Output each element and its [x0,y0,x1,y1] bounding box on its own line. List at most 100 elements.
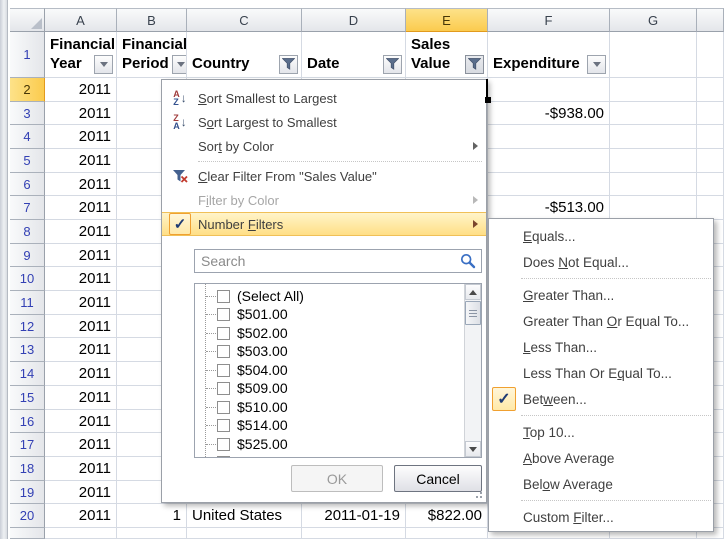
row-header-16[interactable]: 16 [10,410,45,433]
cell-A6[interactable]: 2011 [45,173,117,196]
checkbox[interactable] [217,327,230,340]
cell-G6[interactable] [610,173,697,196]
cell-H2[interactable] [697,78,724,102]
cell-D21[interactable] [302,528,406,539]
cell-E21[interactable] [406,528,488,539]
column-header-B[interactable]: B [117,8,187,32]
value-item-partial[interactable] [195,453,237,458]
header-cell-C[interactable]: Country [187,32,302,78]
row-header-20[interactable]: 20 [10,504,45,528]
cell-H3[interactable] [697,102,724,125]
value-item[interactable]: $510.00 [195,398,288,416]
scrollbar-thumb[interactable] [465,301,481,325]
cell-A8[interactable]: 2011 [45,220,117,244]
row-header-11[interactable]: 11 [10,291,45,315]
submenu-item-between[interactable]: ✓ Between... [489,386,713,412]
value-item[interactable]: $501.00 [195,305,288,323]
cell-G4[interactable] [610,125,697,149]
filter-applied-button[interactable] [465,55,484,74]
submenu-item-greater-than-or-equal[interactable]: Greater Than Or Equal To... [489,308,713,334]
cell-A12[interactable]: 2011 [45,315,117,338]
cell-C21[interactable] [187,528,302,539]
checkbox[interactable] [217,364,230,377]
menu-item-number-filters[interactable]: ✓ Number Filters [162,212,486,236]
cell-A16[interactable]: 2011 [45,410,117,433]
submenu-item-equals[interactable]: Equals... [489,223,713,249]
menu-item-clear-filter[interactable]: Clear Filter From "Sales Value" [162,164,486,188]
submenu-item-top-10[interactable]: Top 10... [489,419,713,445]
cell-F4[interactable] [488,125,610,149]
checkbox[interactable] [217,419,230,432]
row-header-19[interactable]: 19 [10,481,45,504]
column-header-G[interactable]: G [610,8,697,32]
column-header-C[interactable]: C [187,8,302,32]
submenu-item-below-average[interactable]: Below Average [489,471,713,497]
cell-A11[interactable]: 2011 [45,291,117,315]
cell-F2[interactable] [488,78,610,102]
filter-dropdown-button[interactable] [587,55,606,74]
submenu-item-above-average[interactable]: Above Average [489,445,713,471]
cell-G3[interactable] [610,102,697,125]
cell-F7[interactable]: -$513.00 [488,196,610,220]
row-header-1[interactable]: 1 [10,32,45,78]
row-header-partial[interactable] [10,528,45,539]
cell-A9[interactable]: 2011 [45,244,117,267]
cell-A21[interactable] [45,528,117,539]
submenu-item-less-than[interactable]: Less Than... [489,334,713,360]
header-cell-B[interactable]: FinancialPeriod [117,32,187,78]
menu-item-sort-largest-to-smallest[interactable]: ZA↓ Sort Largest to Smallest [162,110,486,134]
filter-dropdown-button[interactable] [94,55,113,74]
cell-A5[interactable]: 2011 [45,149,117,173]
row-header-12[interactable]: 12 [10,315,45,338]
submenu-item-less-than-or-equal[interactable]: Less Than Or Equal To... [489,360,713,386]
column-header-A[interactable]: A [45,8,117,32]
cell-H5[interactable] [697,149,724,173]
column-header-E[interactable]: E [406,8,488,32]
checkbox[interactable] [217,438,230,451]
cell-H4[interactable] [697,125,724,149]
row-header-13[interactable]: 13 [10,338,45,362]
cell-E20[interactable]: $822.00 [406,504,488,528]
header-cell-A[interactable]: FinancialYear [45,32,117,78]
cell-A17[interactable]: 2011 [45,433,117,457]
filter-dropdown-button[interactable] [172,55,187,74]
cell-F3[interactable]: -$938.00 [488,102,610,125]
row-header-4[interactable]: 4 [10,125,45,149]
cell-G5[interactable] [610,149,697,173]
row-header-15[interactable]: 15 [10,386,45,410]
row-header-8[interactable]: 8 [10,220,45,244]
search-icon[interactable] [460,253,476,269]
cell-A10[interactable]: 2011 [45,267,117,291]
cell-H6[interactable] [697,173,724,196]
row-header-6[interactable]: 6 [10,173,45,196]
filter-applied-button[interactable] [383,55,402,74]
checkbox[interactable] [217,401,230,414]
menu-item-sort-by-color[interactable]: Sort by Color [162,134,486,158]
cell-A15[interactable]: 2011 [45,386,117,410]
cell-C20[interactable]: United States [187,504,302,528]
submenu-item-does-not-equal[interactable]: Does Not Equal... [489,249,713,275]
value-item[interactable]: $514.00 [195,416,288,434]
row-header-7[interactable]: 7 [10,196,45,220]
cell-A2[interactable]: 2011 [45,78,117,102]
cell-empty[interactable] [610,32,697,78]
value-item[interactable]: $509.00 [195,379,288,397]
row-header-18[interactable]: 18 [10,457,45,481]
row-header-9[interactable]: 9 [10,244,45,267]
menu-item-sort-smallest-to-largest[interactable]: AZ↓ Sort Smallest to Largest [162,86,486,110]
cell-B21[interactable] [117,528,187,539]
cell-D20[interactable]: 2011-01-19 [302,504,406,528]
value-item[interactable]: $502.00 [195,324,288,342]
cancel-button[interactable]: Cancel [394,465,482,492]
column-header-D[interactable]: D [302,8,406,32]
scroll-up-button[interactable] [465,284,481,300]
cell-A13[interactable]: 2011 [45,338,117,362]
submenu-item-custom-filter[interactable]: Custom Filter... [489,504,713,530]
row-header-2[interactable]: 2 [10,78,45,102]
row-header-5[interactable]: 5 [10,149,45,173]
value-item[interactable]: $525.00 [195,435,288,453]
cell-F6[interactable] [488,173,610,196]
column-header-F[interactable]: F [488,8,610,32]
fill-handle[interactable] [485,97,491,103]
checkbox[interactable] [217,382,230,395]
